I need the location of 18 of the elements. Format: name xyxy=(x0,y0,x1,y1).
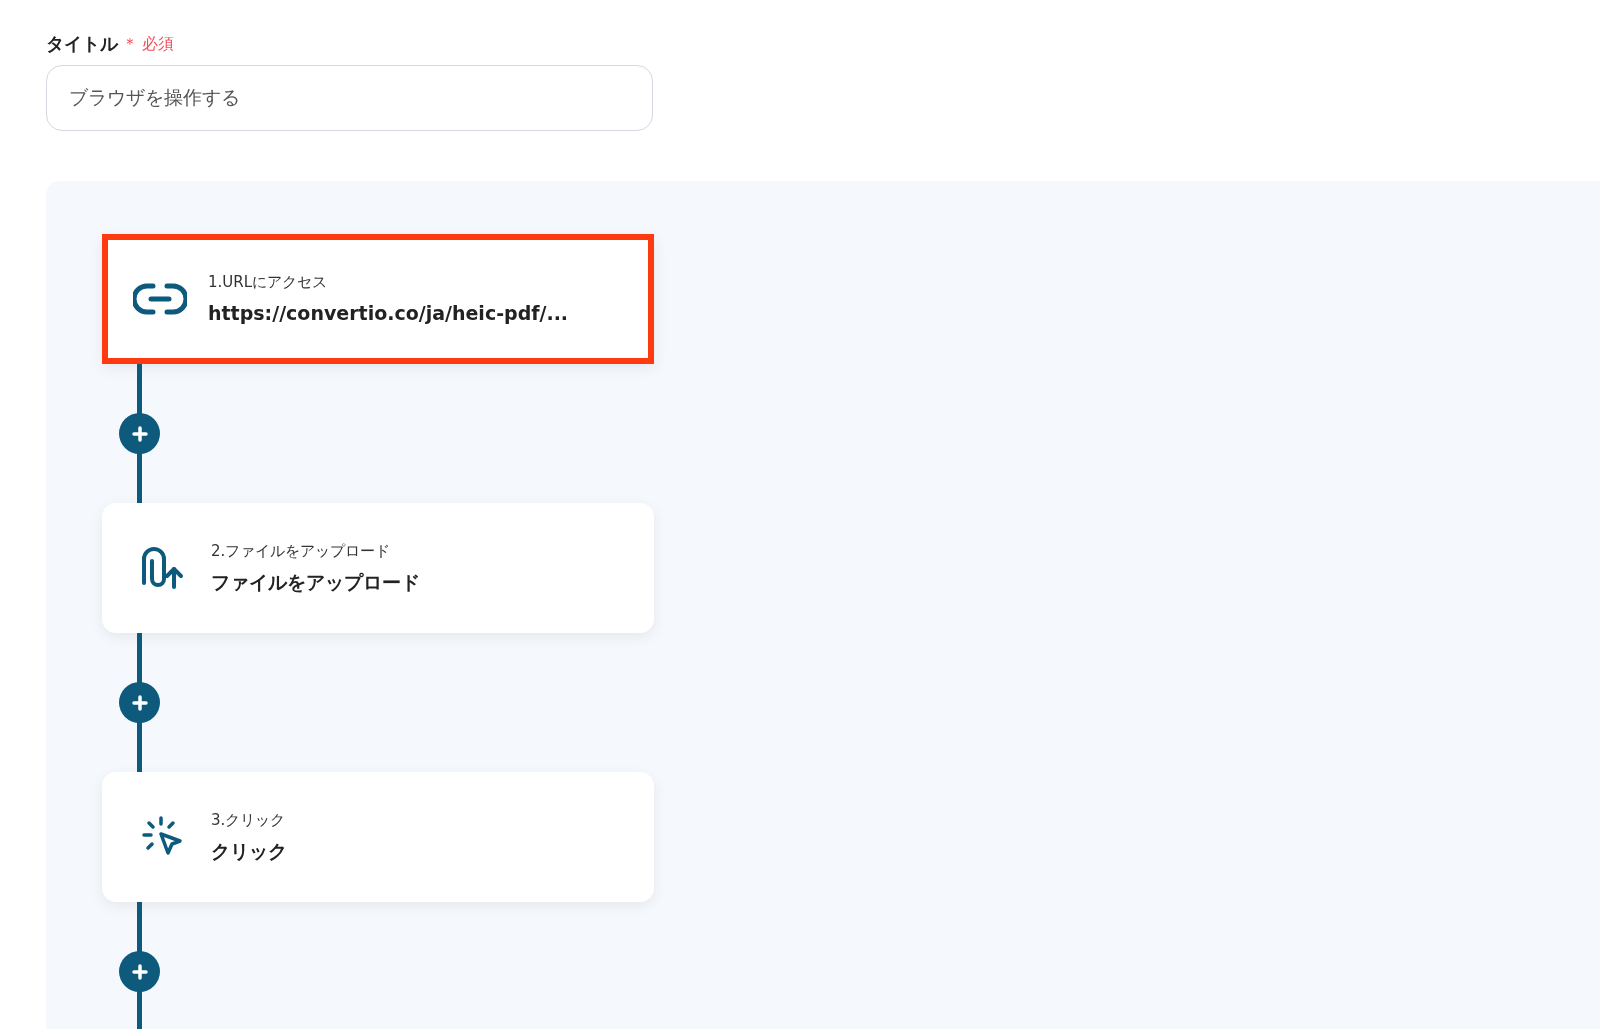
step-card[interactable]: 2.ファイルをアップロード ファイルをアップロード xyxy=(102,503,654,633)
step-title: クリック xyxy=(211,839,287,864)
step-caption: 1.URLにアクセス xyxy=(208,271,329,293)
step-title: https://convertio.co/ja/heic-pdf/... xyxy=(208,301,569,326)
plus-icon xyxy=(131,963,148,980)
paperclip-upload-icon xyxy=(140,545,186,591)
step-title: ファイルをアップロード xyxy=(211,570,420,595)
field-label: タイトル xyxy=(46,32,118,56)
required-mark: ＊ xyxy=(122,32,138,55)
link-icon xyxy=(133,282,187,316)
step-card[interactable]: 1.URLにアクセス https://convertio.co/ja/heic-pdf/... xyxy=(102,234,654,364)
step-caption: 2.ファイルをアップロード xyxy=(211,540,392,562)
plus-icon xyxy=(131,694,148,711)
plus-icon xyxy=(131,425,148,442)
step-caption: 3.クリック xyxy=(211,809,287,831)
title-input-field[interactable]: ブラウザを操作する xyxy=(46,65,653,131)
required-text: 必須 xyxy=(142,32,174,55)
step-card[interactable]: 3.クリック クリック xyxy=(102,772,654,902)
